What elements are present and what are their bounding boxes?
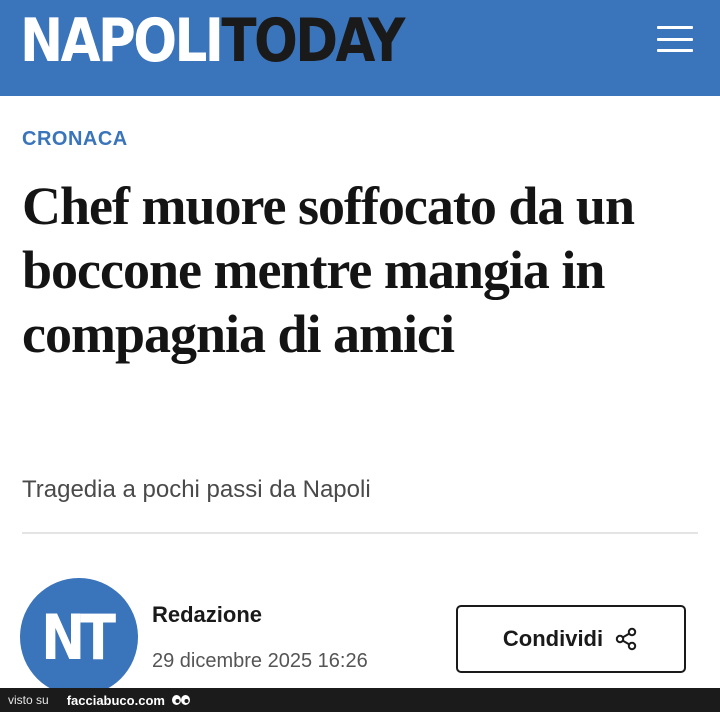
footer-prefix: visto su bbox=[8, 693, 49, 707]
hamburger-menu-icon[interactable] bbox=[652, 24, 698, 54]
author-name[interactable]: Redazione bbox=[152, 602, 262, 628]
divider bbox=[22, 532, 698, 534]
publish-date: 29 dicembre 2025 16:26 bbox=[152, 650, 368, 672]
article-subtitle: Tragedia a pochi passi da Napoli bbox=[22, 476, 371, 503]
logo-text-today: TODAY bbox=[221, 6, 405, 76]
logo-text-napoli: NAPOLI bbox=[20, 6, 224, 76]
article-category[interactable]: CRONACA bbox=[22, 128, 128, 151]
share-label: Condividi bbox=[502, 626, 604, 651]
article-headline: Chef muore soffocato da un boccone mentr… bbox=[22, 176, 635, 364]
author-avatar: NT bbox=[20, 578, 138, 696]
menu-line bbox=[657, 26, 693, 29]
site-header: NAPOLI TODAY bbox=[0, 0, 720, 96]
site-logo[interactable]: NAPOLI TODAY bbox=[20, 6, 405, 76]
share-icon bbox=[615, 627, 637, 651]
share-button[interactable]: Condividi bbox=[456, 605, 686, 673]
menu-line bbox=[657, 49, 693, 52]
menu-line bbox=[657, 37, 693, 41]
footer-site: facciabuco.com bbox=[66, 692, 165, 708]
watermark-footer: visto su facciabuco.com bbox=[0, 688, 720, 712]
eyes-icon bbox=[171, 695, 190, 705]
avatar-initials: NT bbox=[41, 600, 116, 674]
